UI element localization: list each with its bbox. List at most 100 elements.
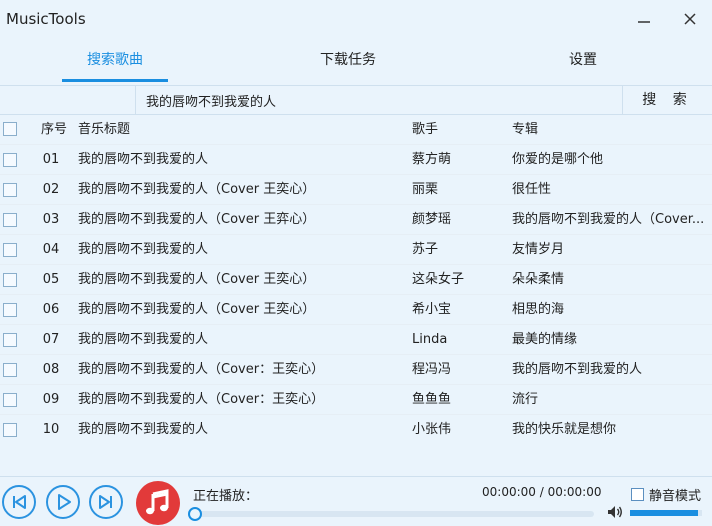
cell-album: 我的快乐就是想你	[512, 422, 617, 437]
time-display: 00:00:00 / 00:00:00	[482, 485, 602, 499]
row-checkbox[interactable]	[3, 333, 17, 347]
cell-title: 我的唇吻不到我爱的人（Cover：王奕心）	[78, 362, 325, 377]
table-row[interactable]: 03 我的唇吻不到我爱的人（Cover 王弈心） 颜梦瑶 我的唇吻不到我爱的人（…	[0, 204, 712, 234]
cell-artist: Linda	[412, 332, 448, 347]
table-row[interactable]: 10 我的唇吻不到我爱的人 小张伟 我的快乐就是想你	[0, 414, 712, 444]
search-bar: 搜 索	[0, 85, 712, 115]
tab-search-songs[interactable]: 搜索歌曲	[62, 40, 168, 84]
row-checkbox[interactable]	[3, 363, 17, 377]
mute-checkbox[interactable]	[631, 488, 644, 501]
skip-previous-icon	[13, 495, 26, 509]
cell-no: 06	[42, 302, 60, 317]
row-checkbox[interactable]	[3, 393, 17, 407]
cell-title: 我的唇吻不到我爱的人（Cover 王奕心）	[78, 272, 316, 287]
cell-artist: 小张伟	[412, 422, 452, 437]
cell-title: 我的唇吻不到我爱的人	[78, 152, 209, 167]
cell-album: 朵朵柔情	[512, 272, 565, 287]
cell-artist: 蔡方萌	[412, 152, 452, 167]
skip-next-icon	[99, 495, 112, 509]
header-album[interactable]: 专辑	[512, 116, 710, 144]
cell-album: 我的唇吻不到我爱的人（Cover...	[512, 212, 705, 227]
volume-level	[630, 510, 699, 516]
row-checkbox[interactable]	[3, 243, 17, 257]
table-row[interactable]: 04 我的唇吻不到我爱的人 苏子 友情岁月	[0, 234, 712, 264]
close-icon	[684, 13, 696, 25]
tab-download-tasks[interactable]: 下载任务	[298, 40, 398, 84]
cell-album: 相思的海	[512, 302, 565, 317]
player-bar: 正在播放： 00:00:00 / 00:00:00 静音模式	[0, 476, 712, 526]
play-button[interactable]	[46, 485, 80, 519]
close-button[interactable]	[678, 8, 702, 32]
cell-album: 很任性	[512, 182, 552, 197]
cell-title: 我的唇吻不到我爱的人（Cover 王奕心）	[78, 302, 316, 317]
header-title[interactable]: 音乐标题	[78, 116, 404, 144]
cell-album: 流行	[512, 392, 539, 407]
cell-artist: 鱼鱼鱼	[412, 392, 452, 407]
row-checkbox[interactable]	[3, 213, 17, 227]
row-checkbox[interactable]	[3, 273, 17, 287]
active-tab-indicator	[62, 79, 168, 82]
tab-label: 下载任务	[320, 52, 376, 68]
cell-album: 友情岁月	[512, 242, 565, 257]
search-input[interactable]	[137, 86, 621, 114]
cell-no: 10	[42, 422, 60, 437]
table-row[interactable]: 07 我的唇吻不到我爱的人 Linda 最美的情缘	[0, 324, 712, 354]
cell-no: 07	[42, 332, 60, 347]
table-row[interactable]: 08 我的唇吻不到我爱的人（Cover：王奕心） 程冯冯 我的唇吻不到我爱的人	[0, 354, 712, 384]
table-row[interactable]: 02 我的唇吻不到我爱的人（Cover 王奕心） 丽栗 很任性	[0, 174, 712, 204]
cell-title: 我的唇吻不到我爱的人（Cover 王奕心）	[78, 182, 316, 197]
cell-artist: 这朵女子	[412, 272, 465, 287]
cell-title: 我的唇吻不到我爱的人	[78, 242, 209, 257]
header-artist[interactable]: 歌手	[412, 116, 504, 144]
cell-artist: 丽栗	[412, 182, 439, 197]
tab-label: 设置	[569, 52, 597, 68]
row-checkbox[interactable]	[3, 183, 17, 197]
mute-label: 静音模式	[649, 489, 702, 504]
cell-album: 你爱的是哪个他	[512, 152, 604, 167]
now-playing-label: 正在播放：	[193, 489, 259, 504]
table-header: 序号 音乐标题 歌手 专辑	[0, 116, 712, 144]
music-note-icon	[146, 489, 169, 515]
next-button[interactable]	[89, 485, 123, 519]
table-row[interactable]: 05 我的唇吻不到我爱的人（Cover 王奕心） 这朵女子 朵朵柔情	[0, 264, 712, 294]
previous-button[interactable]	[2, 485, 36, 519]
cell-no: 08	[42, 362, 60, 377]
cell-title: 我的唇吻不到我爱的人（Cover：王奕心）	[78, 392, 325, 407]
row-checkbox[interactable]	[3, 303, 17, 317]
table-row[interactable]: 06 我的唇吻不到我爱的人（Cover 王奕心） 希小宝 相思的海	[0, 294, 712, 324]
tab-settings[interactable]: 设置	[540, 40, 626, 84]
cell-no: 03	[42, 212, 60, 227]
cell-no: 02	[42, 182, 60, 197]
cell-artist: 颜梦瑶	[412, 212, 452, 227]
cell-no: 04	[42, 242, 60, 257]
select-all-checkbox[interactable]	[3, 122, 17, 136]
minimize-icon	[638, 21, 650, 23]
results-table: 序号 音乐标题 歌手 专辑 01 我的唇吻不到我爱的人 蔡方萌 你爱的是哪个他 …	[0, 116, 712, 444]
tab-label: 搜索歌曲	[87, 52, 143, 68]
row-checkbox[interactable]	[3, 423, 17, 437]
play-icon	[58, 494, 71, 510]
album-cover[interactable]	[136, 481, 180, 525]
minimize-button[interactable]	[632, 8, 656, 32]
cell-no: 05	[42, 272, 60, 287]
cell-album: 我的唇吻不到我爱的人	[512, 362, 643, 377]
cell-title: 我的唇吻不到我爱的人	[78, 332, 209, 347]
search-left-spacer	[0, 86, 136, 114]
progress-slider[interactable]	[188, 507, 594, 521]
table-row[interactable]: 01 我的唇吻不到我爱的人 蔡方萌 你爱的是哪个他	[0, 144, 712, 174]
row-checkbox[interactable]	[3, 153, 17, 167]
app-title: MusicTools	[6, 10, 86, 28]
speaker-icon[interactable]	[606, 504, 624, 520]
table-row[interactable]: 09 我的唇吻不到我爱的人（Cover：王奕心） 鱼鱼鱼 流行	[0, 384, 712, 414]
title-bar: MusicTools	[0, 0, 712, 40]
cell-artist: 程冯冯	[412, 362, 452, 377]
cell-album: 最美的情缘	[512, 332, 578, 347]
progress-knob[interactable]	[188, 507, 202, 521]
tab-bar: 搜索歌曲 下载任务 设置	[0, 40, 712, 84]
cell-no: 09	[42, 392, 60, 407]
cell-no: 01	[42, 152, 60, 167]
volume-slider[interactable]	[630, 510, 702, 516]
cell-title: 我的唇吻不到我爱的人（Cover 王弈心）	[78, 212, 316, 227]
search-button[interactable]: 搜 索	[622, 86, 712, 114]
cell-artist: 希小宝	[412, 302, 452, 317]
